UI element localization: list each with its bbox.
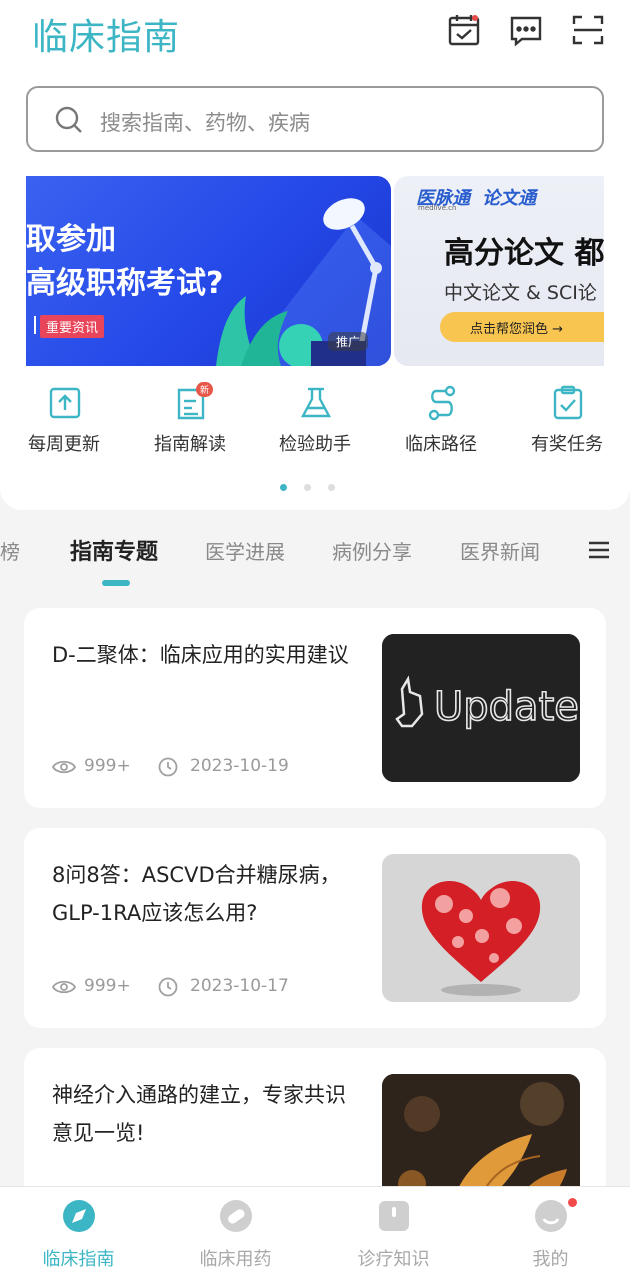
search-placeholder: 搜索指南、药物、疾病 — [100, 111, 310, 135]
quick-link-label: 检验助手 — [279, 434, 351, 455]
menu-icon[interactable] — [588, 540, 610, 560]
pager-dots — [280, 484, 340, 492]
article-thumbnail — [382, 854, 580, 1002]
banner-brand-sub: medlive.cn — [418, 204, 457, 212]
user-icon — [535, 1200, 567, 1232]
category-tabs: 热榜 指南专题 医学进展 病例分享 医界新闻 — [0, 520, 630, 590]
banner-paper[interactable]: 医脉通 论文通 medlive.cn 高分论文 都 中文论文 & SCI论 点击… — [394, 176, 604, 366]
quick-link-label: 有奖任务 — [531, 434, 603, 455]
promo-label: 推广 — [328, 332, 369, 351]
thumbnail-word: Update — [434, 684, 579, 730]
banner-cta-button[interactable]: 点击帮您润色 → — [440, 312, 604, 342]
article-title: 8问8答：ASCVD合并糖尿病，GLP-1RA应该怎么用? — [52, 863, 341, 925]
article-thumbnail: Update — [382, 634, 580, 782]
upload-icon — [48, 384, 82, 422]
pager-dot-active — [280, 484, 287, 491]
quick-link-label: 指南解读 — [154, 434, 226, 455]
article-card[interactable]: D-二聚体：临床应用的实用建议 999+ 2023-10-19 Update — [24, 608, 606, 808]
quick-link-guide-reading[interactable]: 新 指南解读 — [130, 382, 250, 464]
search-input[interactable]: 搜索指南、药物、疾病 — [26, 86, 604, 152]
compass-icon — [63, 1200, 95, 1232]
route-icon — [425, 384, 459, 422]
nav-label: 临床用药 — [199, 1249, 272, 1270]
banner-subline: 中文论文 & SCI论 — [444, 282, 597, 304]
article-title: 神经介入通路的建立，专家共识意见一览! — [52, 1083, 346, 1145]
nav-label: 诊疗知识 — [357, 1249, 430, 1270]
nav-label: 临床指南 — [42, 1249, 115, 1270]
eye-icon — [52, 980, 76, 994]
message-dots-icon[interactable] — [508, 12, 544, 48]
banner-divider — [34, 316, 36, 334]
tab-medical-news[interactable]: 医界新闻 — [460, 536, 540, 565]
publish-date: 2023-10-19 — [190, 756, 289, 776]
nav-label: 我的 — [532, 1249, 569, 1270]
view-count: 999+ — [84, 976, 131, 996]
tab-guide-topics[interactable]: 指南专题 — [70, 534, 158, 566]
pill-icon — [220, 1200, 252, 1232]
quick-link-weekly-update[interactable]: 每周更新 — [4, 384, 124, 464]
app-logo: 临床指南 — [32, 17, 181, 58]
clipboard-check-icon — [551, 384, 585, 422]
tab-hot-list[interactable]: 热榜 — [0, 536, 20, 565]
notification-dot — [568, 1198, 577, 1207]
publish-date: 2023-10-17 — [190, 976, 289, 996]
banner-exam[interactable]: 取参加 高级职称考试? 重要资讯 推广 — [26, 176, 391, 366]
article-card[interactable]: 8问8答：ASCVD合并糖尿病，GLP-1RA应该怎么用? 999+ 2023-… — [24, 828, 606, 1028]
new-badge: 新 — [196, 382, 214, 397]
bottom-navigation: 临床指南 临床用药 诊疗知识 我的 — [0, 1186, 630, 1280]
pager-dot — [304, 484, 311, 491]
flask-icon — [299, 384, 333, 422]
calendar-check-icon[interactable] — [446, 12, 482, 48]
quick-link-reward-tasks[interactable]: 有奖任务 — [507, 384, 627, 464]
view-count: 999+ — [84, 756, 131, 776]
active-tab-indicator — [102, 580, 130, 586]
book-icon — [379, 1201, 409, 1231]
tab-medical-progress[interactable]: 医学进展 — [205, 536, 285, 565]
clock-icon — [158, 757, 178, 777]
eye-icon — [52, 760, 76, 774]
quick-link-label: 临床路径 — [405, 434, 477, 455]
banner-headline: 高分论文 都 — [444, 236, 604, 271]
quick-link-clinical-pathway[interactable]: 临床路径 — [381, 384, 501, 464]
search-icon — [54, 105, 84, 135]
banner-exam-line1: 取参加 — [26, 222, 116, 257]
nav-clinical-drugs[interactable]: 临床用药 — [157, 1187, 314, 1280]
nav-diagnosis-knowledge[interactable]: 诊疗知识 — [315, 1187, 472, 1280]
tab-case-sharing[interactable]: 病例分享 — [332, 536, 412, 565]
pager-dot — [328, 484, 335, 491]
banner-brand-name: 论文通 — [482, 188, 536, 209]
banner-carousel[interactable]: 取参加 高级职称考试? 重要资讯 推广 医脉通 论文通 medlive.cn 高… — [26, 176, 604, 366]
clock-icon — [158, 977, 178, 997]
banner-tag: 重要资讯 — [40, 315, 105, 338]
quick-link-label: 每周更新 — [28, 434, 100, 455]
app-header: 临床指南 — [0, 0, 630, 70]
nav-clinical-guide[interactable]: 临床指南 — [0, 1187, 157, 1280]
nav-profile[interactable]: 我的 — [472, 1187, 629, 1280]
quick-link-lab-assistant[interactable]: 检验助手 — [255, 384, 375, 464]
scan-icon[interactable] — [570, 12, 606, 48]
banner-exam-line2: 高级职称考试? — [26, 266, 224, 301]
article-title: D-二聚体：临床应用的实用建议 — [52, 643, 349, 667]
